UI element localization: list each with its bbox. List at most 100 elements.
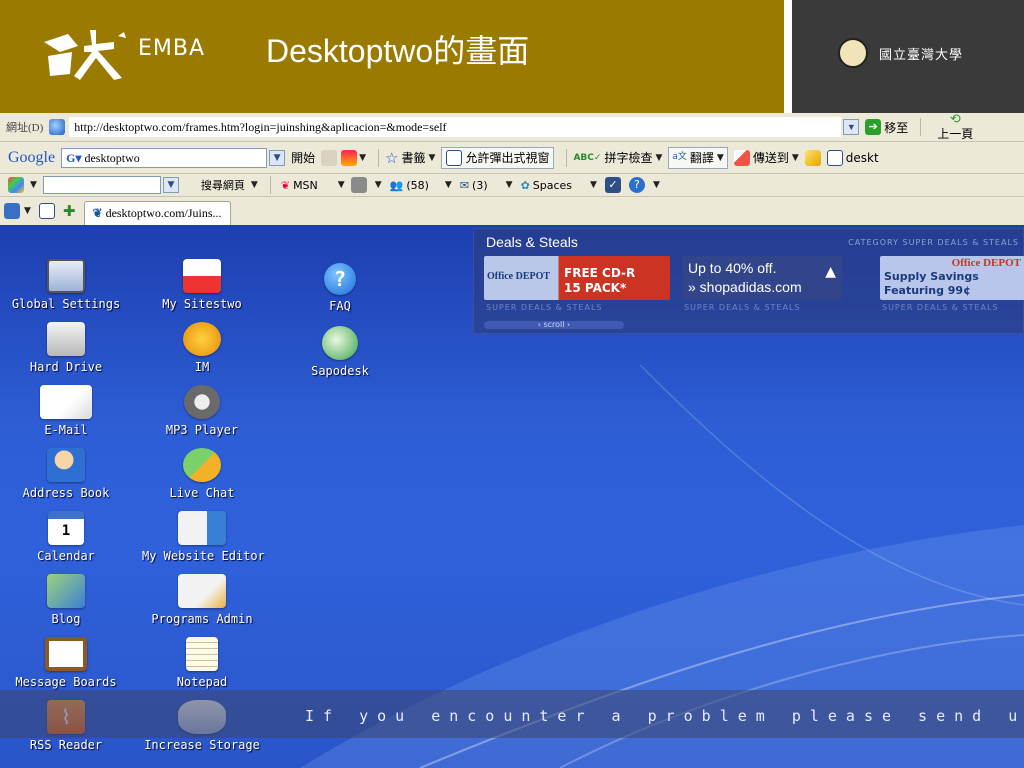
tab-list-icon[interactable]: [38, 203, 55, 219]
play-icon: [184, 385, 220, 419]
chevron-down-icon: ▼: [716, 152, 724, 163]
chevron-down-icon[interactable]: ▼: [30, 180, 37, 190]
address-label: 網址(D): [6, 122, 44, 134]
google-start-button[interactable]: 開始: [291, 149, 315, 166]
ntu-emba-logo-icon: [44, 30, 126, 80]
chevron-down-icon[interactable]: ▼: [375, 180, 382, 190]
msn-button[interactable]: ❦ MSN: [281, 179, 318, 192]
desktop-icon-website-editor[interactable]: My Website Editor: [142, 511, 265, 563]
ad3-headline: Supply Savings: [884, 270, 979, 283]
spellcheck-icon: ABC✓: [573, 152, 602, 163]
desktop-icon-email[interactable]: E-Mail: [6, 385, 126, 437]
desktop-icon-mp3-player[interactable]: MP3 Player: [142, 385, 262, 437]
chevron-down-icon[interactable]: ▼: [590, 180, 597, 190]
calendar-icon: 1: [48, 511, 84, 545]
msn-search-dropdown-icon[interactable]: ▼: [162, 177, 179, 193]
deals-scrollbar[interactable]: ‹ scroll ›: [484, 321, 624, 329]
chevron-down-icon[interactable]: ▼: [445, 180, 452, 190]
chevron-down-icon[interactable]: ▼: [653, 180, 660, 190]
icon-label: Address Book: [22, 486, 110, 500]
links-toolbar: ▼ ▼ 搜尋網頁 ▼ ❦ MSN ▼ ▼ 👥 (58) ▼ ✉ (3) ▼ ✿ …: [0, 174, 1024, 197]
ad1-caption: SUPER DEALS & STEALS: [486, 303, 603, 312]
spellcheck-button[interactable]: ABC✓ 拼字檢查 ▼: [573, 149, 662, 166]
popups-label: 允許彈出式視窗: [465, 151, 550, 165]
desktop-icon-sapodesk[interactable]: Sapodesk: [280, 326, 400, 378]
chevron-down-icon[interactable]: ▼: [359, 153, 366, 163]
desktop-icon-im[interactable]: IM: [142, 322, 262, 374]
mail-button[interactable]: ✉ (3): [460, 179, 488, 192]
tab-desktoptwo[interactable]: ❦ desktoptwo.com/Juins...: [83, 201, 231, 225]
ad-officedepot-cd[interactable]: Office DEPOT FREE CD-R 15 PACK*: [484, 256, 670, 300]
chat-bubble-icon: [183, 448, 221, 482]
pagerank-icon[interactable]: [341, 149, 358, 166]
google-search-input[interactable]: G▾ desktoptwo: [61, 147, 268, 168]
sendto-icon: [733, 149, 750, 166]
slide-title: Desktoptwo的畫面: [266, 33, 530, 69]
checkbox-icon[interactable]: ✓: [604, 177, 621, 193]
search-web-button[interactable]: 搜尋網頁: [201, 177, 245, 193]
ad1-subline: 15 PACK*: [564, 281, 627, 295]
desktop-icon-address-book[interactable]: Address Book: [6, 448, 126, 500]
ad-adidas[interactable]: Up to 40% off. » shopadidas.com ▲: [682, 256, 842, 300]
desktop-icon-live-chat[interactable]: Live Chat: [142, 448, 262, 500]
rss-feed-icon[interactable]: [350, 177, 367, 193]
icon-label: Sapodesk: [311, 364, 369, 378]
mail-icon: ✉: [459, 178, 470, 192]
desktop-icon-notepad[interactable]: Notepad: [142, 637, 262, 689]
university-seal-icon: [838, 38, 868, 68]
add-tab-icon[interactable]: ✚: [63, 202, 76, 220]
msn-butterfly-icon: ❦: [280, 178, 291, 192]
desktop-icon-faq[interactable]: ? FAQ: [280, 263, 400, 313]
help-icon[interactable]: ?: [628, 177, 645, 193]
msn-search-input[interactable]: [42, 176, 161, 194]
translate-icon: a文: [672, 152, 687, 162]
address-bar: 網址(D) http://desktoptwo.com/frames.htm?l…: [0, 113, 1024, 142]
chevron-down-icon[interactable]: ▼: [506, 180, 513, 190]
desktop-icon-hard-drive[interactable]: Hard Drive: [6, 322, 126, 374]
address-book-icon: [47, 448, 85, 482]
icon-label: My Website Editor: [142, 549, 265, 563]
divider: [378, 148, 380, 167]
ad3-caption: SUPER DEALS & STEALS: [882, 303, 999, 312]
translate-button[interactable]: a文 翻譯 ▼: [668, 146, 728, 169]
ad-officedepot-supply[interactable]: Office DEPOT Supply Savings Featuring 99…: [880, 256, 1024, 300]
icon-label: E-Mail: [44, 423, 88, 437]
chevron-down-icon[interactable]: ▼: [24, 206, 31, 216]
desktop-icon-message-boards[interactable]: Message Boards: [6, 637, 126, 689]
university-name: 國立臺灣大學: [879, 48, 964, 63]
deals-panel: Deals & Steals CATEGORY SUPER DEALS & ST…: [473, 228, 1024, 334]
chevron-down-icon[interactable]: ▼: [251, 180, 258, 190]
go-button[interactable]: ➔ 移至: [865, 119, 908, 136]
desktop-icon-calendar[interactable]: 1 Calendar: [6, 511, 126, 563]
url-field[interactable]: http://desktoptwo.com/frames.htm?login=j…: [69, 117, 842, 137]
url-dropdown-icon[interactable]: ▼: [843, 119, 860, 135]
desktop-icon-my-sitestwo[interactable]: My Sitestwo: [142, 259, 262, 311]
programs-admin-icon: [178, 574, 226, 608]
icon-label: Notepad: [176, 675, 228, 689]
spaces-button[interactable]: ✿ Spaces: [521, 179, 572, 192]
desktop-icon-blog[interactable]: Blog: [6, 574, 126, 626]
notepad-icon: [186, 637, 218, 671]
header-gold-panel: EMBA Desktoptwo的畫面: [0, 0, 787, 113]
highlighter-icon[interactable]: [804, 149, 821, 166]
quick-tabs-icon[interactable]: [4, 203, 20, 219]
search-term-label: deskt: [845, 150, 879, 165]
popup-blocker-button[interactable]: 允許彈出式視窗: [441, 146, 555, 169]
search-term-button[interactable]: deskt: [826, 149, 879, 166]
bookmarks-button[interactable]: ☆ 書籤 ▼: [385, 149, 435, 167]
tab-label: desktoptwo.com/Juins...: [105, 206, 222, 220]
sendto-button[interactable]: 傳送到 ▼: [733, 149, 799, 166]
google-search-dropdown-icon[interactable]: ▼: [269, 149, 286, 166]
icon-label: Blog: [51, 612, 81, 626]
desktop-icon-programs-admin[interactable]: Programs Admin: [142, 574, 262, 626]
back-button[interactable]: ⟲ 上一頁: [937, 113, 973, 141]
desktop-icon-global-settings[interactable]: Global Settings: [6, 259, 126, 311]
chevron-down-icon[interactable]: ▼: [338, 180, 345, 190]
toolbar-move-icon[interactable]: [321, 149, 338, 166]
website-editor-icon: [178, 511, 226, 545]
sendto-label: 傳送到: [752, 151, 789, 165]
ad2-link: » shopadidas.com: [688, 279, 802, 295]
windows-logo-icon[interactable]: [8, 177, 24, 193]
buddies-button[interactable]: 👥 (58): [390, 179, 429, 192]
star-icon: ☆: [385, 148, 399, 167]
